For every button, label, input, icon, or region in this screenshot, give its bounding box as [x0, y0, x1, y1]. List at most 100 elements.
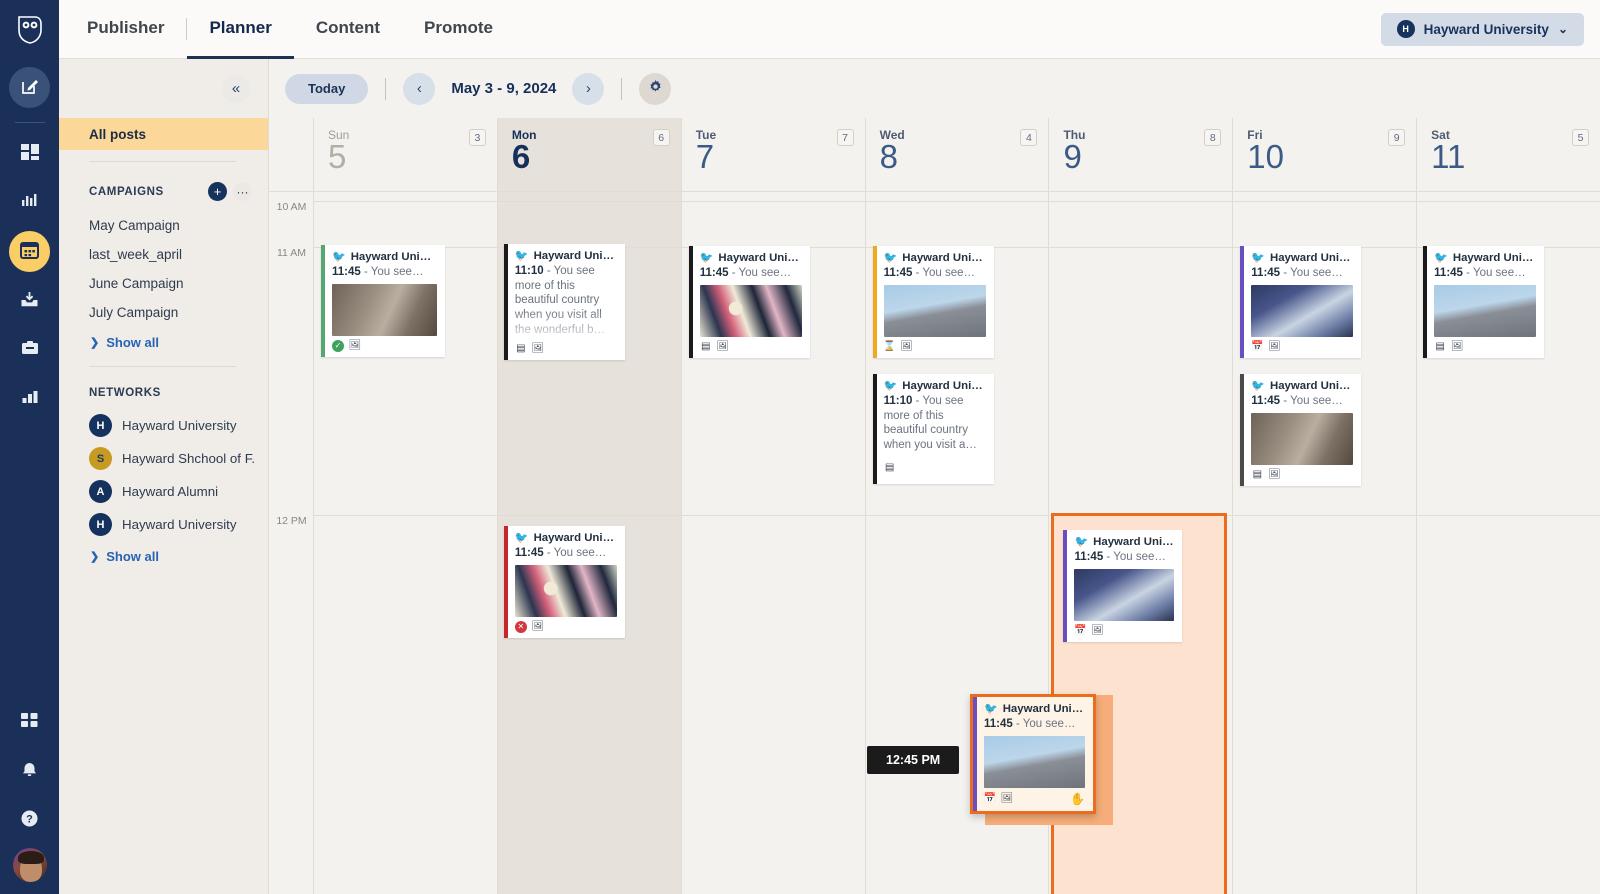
- post-card[interactable]: 🐦 Hayward Unive… 11:45 - You see… 📅 🖼: [1240, 246, 1362, 358]
- avatar[interactable]: [12, 848, 47, 882]
- post-body: 🐦 Hayward Unive… 11:45 - You see… ▤ 🖼: [1427, 246, 1544, 358]
- sidebar-item-insights[interactable]: [9, 182, 50, 223]
- post-card[interactable]: 🐦 Hayward Unive… 11:45 - You see… ▤ 🖼: [1423, 246, 1545, 358]
- post-card[interactable]: 🐦 Hayward Unive… 11:10 - You see more of…: [503, 244, 625, 360]
- day-column-sat[interactable]: 🐦 Hayward Unive… 11:45 - You see… ▤ 🖼: [1417, 192, 1600, 894]
- network-item[interactable]: S Hayward Shchool of F...: [59, 442, 268, 475]
- networks-header: NETWORKS: [59, 367, 268, 409]
- calendar-grid-scroll[interactable]: 10 AM 11 AM 12 PM 🐦 Hayward Unive… 11:45…: [269, 192, 1600, 894]
- collapse-row: «: [59, 59, 268, 118]
- sidebar-item-inbox[interactable]: [9, 280, 50, 321]
- clipboard-icon: [21, 340, 39, 359]
- day-header-sun[interactable]: Sun 5 3: [314, 118, 498, 191]
- network-item[interactable]: H Hayward University: [59, 508, 268, 541]
- day-header-sat[interactable]: Sat 11 5: [1417, 118, 1600, 191]
- image-attachment-icon: 🖼: [1000, 792, 1014, 804]
- image-attachment-icon: 🖼: [900, 340, 913, 352]
- prev-week-button[interactable]: ‹: [403, 72, 436, 105]
- twitter-icon: 🐦: [699, 251, 714, 264]
- campaigns-more-button[interactable]: ···: [233, 182, 252, 201]
- day-header-thu[interactable]: Thu 9 8: [1049, 118, 1234, 191]
- draft-icon: ▤: [700, 340, 711, 352]
- campaigns-actions: + ···: [208, 182, 252, 201]
- day-header-wed[interactable]: Wed 8 4: [866, 118, 1050, 191]
- post-time: 11:45: [984, 718, 1013, 730]
- day-column-sun[interactable]: 🐦 Hayward Unive… 11:45 - You see… ✓ 🖼: [314, 192, 498, 894]
- tab-planner-label: Planner: [209, 17, 272, 37]
- post-card[interactable]: 🐦 Hayward Unive… 11:45 - You see… ✕ 🖼: [503, 526, 625, 638]
- day-column-fri[interactable]: 🐦 Hayward Unive… 11:45 - You see… 📅 🖼: [1233, 192, 1418, 894]
- post-text: 11:45 - You see…: [984, 718, 1076, 730]
- hootsuite-owl-logo[interactable]: [0, 0, 59, 59]
- tab-publisher[interactable]: Publisher: [59, 0, 186, 59]
- campaign-item[interactable]: June Campaign: [59, 269, 268, 298]
- day-column-tue[interactable]: 🐦 Hayward Unive… 11:45 - You see… ▤ 🖼: [681, 192, 866, 894]
- campaigns-show-all[interactable]: ❯ Show all: [59, 327, 268, 358]
- add-campaign-button[interactable]: +: [208, 182, 227, 201]
- calendar-icon: [20, 241, 39, 262]
- hour-line: [865, 515, 1049, 516]
- sidebar-item-content[interactable]: [9, 329, 50, 370]
- next-week-button[interactable]: ›: [572, 72, 605, 105]
- post-header: 🐦 Hayward Unive…: [1251, 252, 1353, 264]
- ellipsis-icon: ···: [236, 184, 249, 199]
- image-attachment-icon: 🖼: [348, 339, 362, 351]
- image-attachment-icon: 🖼: [1091, 624, 1104, 636]
- post-card[interactable]: 🐦 Hayward Unive… 11:10 - You see more of…: [872, 374, 994, 484]
- post-time: 11:10: [514, 265, 544, 277]
- post-footer: 📅 🖼 ✋: [984, 792, 1085, 806]
- day-number: 7: [695, 138, 715, 175]
- network-item[interactable]: H Hayward University: [59, 409, 268, 442]
- day-post-count: 4: [1020, 129, 1038, 146]
- tab-content-label: Content: [315, 17, 381, 37]
- campaign-item[interactable]: July Campaign: [59, 298, 268, 327]
- tab-planner[interactable]: Planner: [187, 0, 294, 59]
- dragging-post-card[interactable]: 🐦 Hayward Unive… 11:45 - You see… 📅 🖼 ✋: [970, 694, 1096, 814]
- post-card[interactable]: 🐦 Hayward Unive… 11:45 - You see… ⌛ 🖼: [872, 246, 994, 358]
- today-button[interactable]: Today: [285, 73, 369, 104]
- day-header-mon[interactable]: Mon 6 6: [497, 118, 682, 191]
- post-text: 11:45 - You see…: [1434, 267, 1526, 279]
- sidebar-item-analytics[interactable]: [9, 378, 50, 419]
- campaign-item[interactable]: May Campaign: [59, 211, 268, 240]
- sidebar-item-apps[interactable]: [9, 701, 50, 742]
- sidebar-item-planner[interactable]: [9, 231, 50, 272]
- hour-line: [681, 201, 865, 202]
- post-footer: ▤ 🖼: [700, 341, 802, 353]
- chevron-right-icon: ❯: [90, 337, 100, 349]
- time-gutter-header: [269, 118, 314, 191]
- calendar-settings-button[interactable]: [639, 72, 672, 105]
- sidebar-item-streams[interactable]: [9, 133, 50, 174]
- grab-hand-icon[interactable]: ✋: [1070, 792, 1085, 806]
- hour-line: [314, 201, 497, 202]
- sidebar-item-all-posts[interactable]: All posts: [59, 118, 268, 150]
- day-header-tue[interactable]: Tue 7 7: [682, 118, 866, 191]
- grid-streams-icon: [20, 144, 39, 163]
- time-gutter: 10 AM 11 AM 12 PM: [269, 192, 314, 894]
- post-card[interactable]: 🐦 Hayward Unive… 11:45 - You see… ▤ 🖼: [1240, 374, 1362, 486]
- post-card[interactable]: 🐦 Hayward Unive… 11:45 - You see… ✓ 🖼: [321, 245, 445, 357]
- day-column-mon[interactable]: 🐦 Hayward Unive… 11:10 - You see more of…: [497, 192, 682, 894]
- day-header-fri[interactable]: Fri 10 9: [1233, 118, 1418, 191]
- network-label: Hayward University: [122, 418, 237, 433]
- sidebar-item-notifications[interactable]: [9, 750, 50, 791]
- day-post-count: 3: [468, 129, 486, 146]
- collapse-sidebar-button[interactable]: «: [222, 74, 250, 103]
- post-header: 🐦 Hayward Unive…: [515, 532, 617, 544]
- image-attachment-icon: 🖼: [531, 620, 545, 632]
- account-selector[interactable]: H Hayward University ⌄: [1380, 12, 1584, 46]
- campaign-item[interactable]: last_week_april: [59, 240, 268, 269]
- networks-show-all[interactable]: ❯ Show all: [59, 541, 268, 572]
- tab-content[interactable]: Content: [294, 0, 402, 59]
- post-text: 11:45 - You see…: [1074, 551, 1166, 563]
- network-item[interactable]: A Hayward Alumni: [59, 475, 268, 508]
- sidebar-item-help[interactable]: ?: [9, 799, 50, 840]
- body-row: « All posts CAMPAIGNS + ··· May Campaign…: [59, 59, 1600, 894]
- post-card[interactable]: 🐦 Hayward Unive… 11:45 - You see… ▤ 🖼: [688, 246, 810, 358]
- post-card[interactable]: 🐦 Hayward Unive… 11:45 - You see… 📅 🖼: [1063, 530, 1183, 642]
- tab-promote[interactable]: Promote: [402, 0, 515, 59]
- hour-label: 10 AM: [276, 201, 307, 213]
- post-footer: ✕ 🖼: [514, 620, 617, 633]
- sidebar-item-compose[interactable]: [9, 67, 50, 108]
- post-header: 🐦 Hayward Unive…: [700, 252, 802, 264]
